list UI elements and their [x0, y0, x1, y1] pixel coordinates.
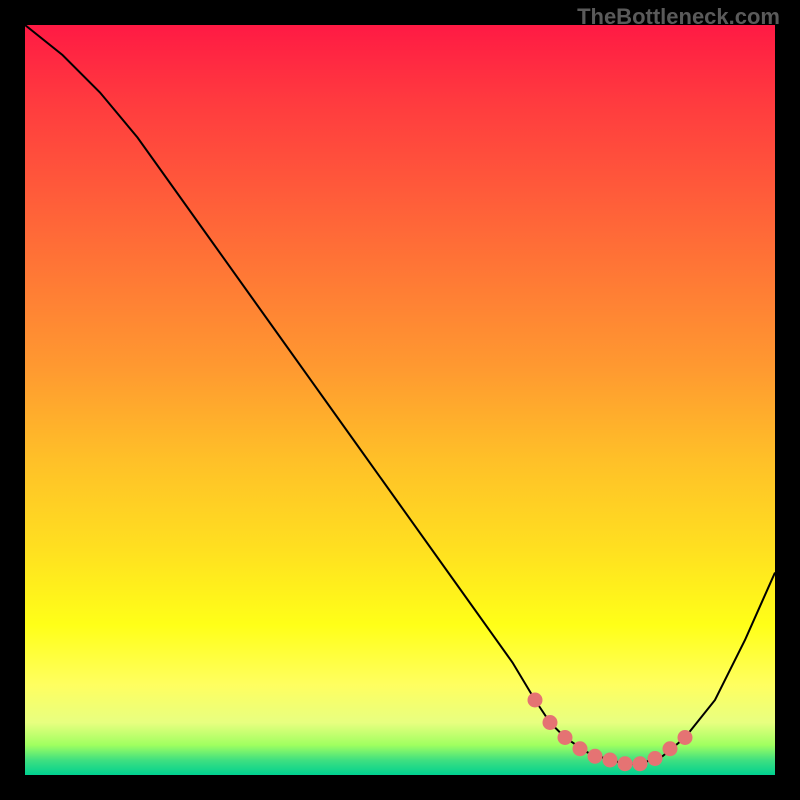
chart-plot-area	[25, 25, 775, 775]
chart-highlight-points	[25, 25, 775, 775]
watermark-text: TheBottleneck.com	[577, 4, 780, 30]
